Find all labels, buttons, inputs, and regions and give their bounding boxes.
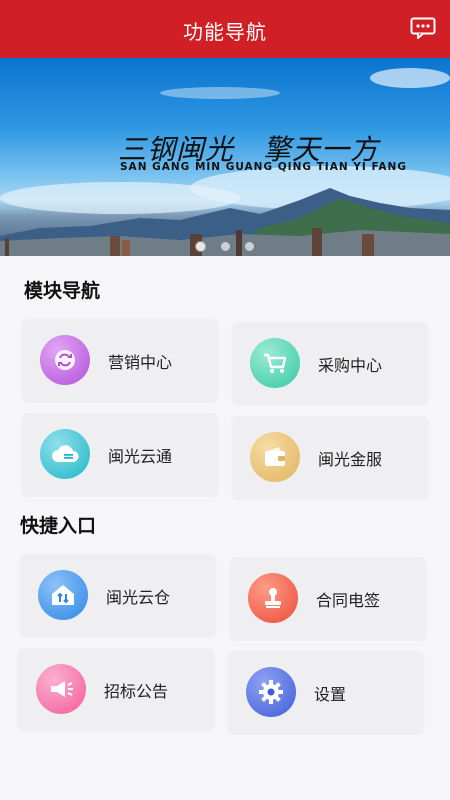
hero-banner[interactable]: 三钢闽光 擎天一方 SAN GANG MIN GUANG QING TIAN Y…: [0, 58, 450, 256]
carousel-dot[interactable]: [196, 242, 206, 251]
banner-subtitle: SAN GANG MIN GUANG QING TIAN YI FANG: [120, 161, 407, 173]
module-label: 采购中心: [318, 356, 383, 375]
carousel-indicator: [0, 236, 450, 255]
module-card-marketing[interactable]: 营销中心: [22, 319, 218, 401]
module-label: 闽光金服: [318, 450, 383, 469]
megaphone-icon: [36, 664, 86, 714]
shortcut-label: 设置: [314, 685, 347, 704]
section-title-modules: 模块导航: [24, 280, 101, 302]
main-content: 模块导航 营销中心 采购中心 闽光云通 闽光金服 快捷入口 闽光云仓 合同电签 …: [0, 256, 450, 800]
app-header: 功能导航: [0, 0, 450, 58]
page-title: 功能导航: [183, 20, 267, 44]
shortcut-label: 闽光云仓: [106, 588, 171, 607]
section-title-shortcuts: 快捷入口: [20, 515, 97, 537]
sync-icon: [40, 335, 90, 385]
shortcut-label: 合同电签: [316, 591, 381, 610]
cloud-icon: [40, 429, 90, 479]
module-label: 营销中心: [108, 353, 173, 372]
module-card-finance[interactable]: 闽光金服: [232, 416, 428, 498]
module-card-cloud[interactable]: 闽光云通: [22, 413, 218, 495]
message-icon[interactable]: [410, 17, 436, 39]
shortcut-card-settings[interactable]: 设置: [228, 651, 424, 733]
module-label: 闽光云通: [108, 447, 173, 466]
shortcut-card-warehouse[interactable]: 闽光云仓: [20, 554, 216, 636]
gear-icon: [246, 667, 296, 717]
wallet-icon: [250, 432, 300, 482]
stamp-icon: [248, 573, 298, 623]
module-card-purchasing[interactable]: 采购中心: [232, 322, 428, 404]
shortcut-card-tender[interactable]: 招标公告: [18, 648, 214, 730]
carousel-dot[interactable]: [220, 242, 230, 251]
warehouse-icon: [38, 570, 88, 620]
carousel-dot[interactable]: [244, 242, 254, 251]
cart-icon: [250, 338, 300, 388]
shortcut-label: 招标公告: [104, 682, 169, 701]
shortcut-card-contract[interactable]: 合同电签: [230, 557, 426, 639]
